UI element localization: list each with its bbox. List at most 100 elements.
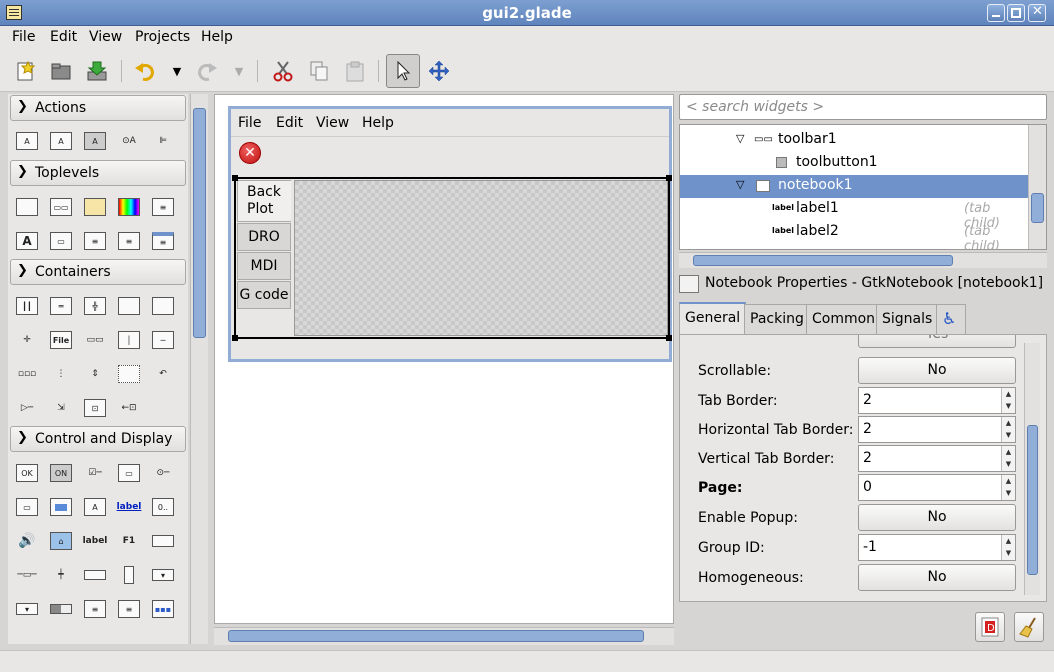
select-pointer-icon[interactable] (386, 54, 420, 88)
tab-accessibility-icon[interactable]: ♿ (936, 304, 966, 334)
progress-bar-icon[interactable] (48, 598, 74, 620)
layout-icon[interactable]: ⇕ (82, 363, 108, 385)
group-id-spinner[interactable]: -1 ▲ ▼ (858, 534, 1016, 561)
spin-button-icon[interactable]: ▭ (116, 462, 142, 484)
selection-handle[interactable] (232, 335, 238, 341)
vbuttonbox-icon[interactable]: ⋮ (48, 363, 74, 385)
label-widget-icon[interactable]: label (82, 530, 108, 552)
delete-widget-icon[interactable]: D (975, 612, 1005, 642)
handle-box-icon[interactable]: ←⊡ (116, 397, 142, 419)
hpaned-icon[interactable]: │ (116, 329, 142, 351)
button-icon[interactable]: OK (14, 462, 40, 484)
event-box-icon[interactable]: ↶ (150, 363, 176, 385)
check-button-icon[interactable]: ☑─ (82, 462, 108, 484)
table-icon[interactable]: ╬ (82, 295, 108, 317)
scale-button-icon[interactable]: 0.. (150, 496, 176, 518)
vscrollbar-icon[interactable] (116, 564, 142, 586)
alignment-icon[interactable]: ⊡ (82, 397, 108, 419)
color-dialog-icon[interactable] (116, 196, 142, 218)
toggle-action-icon[interactable]: A (48, 130, 74, 152)
drag-resize-icon[interactable] (424, 56, 454, 86)
menu-view[interactable]: View (89, 29, 122, 45)
homogeneous-toggle[interactable]: No (858, 564, 1016, 591)
copy-icon[interactable] (304, 56, 334, 86)
selection-handle[interactable] (666, 335, 672, 341)
expander-icon[interactable]: ▷─ (14, 397, 40, 419)
hscrollbar-icon[interactable] (82, 564, 108, 586)
dialog-icon[interactable]: ▭▭ (48, 196, 74, 218)
enable-popup-toggle[interactable]: No (858, 504, 1016, 531)
volume-button-icon[interactable]: 🔊 (14, 530, 40, 552)
notebook-icon[interactable] (116, 295, 142, 317)
close-window-button[interactable] (1028, 4, 1046, 22)
widget-tree[interactable]: ▽ ▭▭ toolbar1 toolbutton1 ▽ notebook1 la… (679, 124, 1047, 250)
combo-box-icon[interactable] (48, 496, 74, 518)
design-hscrollbar-thumb[interactable] (228, 630, 644, 642)
redo-dropdown-icon[interactable]: ▼ (224, 56, 254, 86)
message-dialog-icon[interactable] (82, 196, 108, 218)
tree-row-toolbar1[interactable]: ▽ ▭▭ toolbar1 (680, 129, 1028, 152)
show-border-button[interactable]: Yes (858, 335, 1016, 348)
assistant-icon[interactable]: ≡ (150, 230, 176, 252)
undo-dropdown-icon[interactable]: ▼ (162, 56, 192, 86)
about-dialog-icon[interactable]: ≡ (150, 196, 176, 218)
hbox-icon[interactable]: ┃┃ (14, 295, 40, 317)
vscale-icon[interactable]: ┿ (48, 564, 74, 586)
tab-packing[interactable]: Packing (744, 304, 810, 334)
combo-entry-icon[interactable]: ▾ (150, 564, 176, 586)
paste-icon[interactable] (340, 56, 370, 86)
menubar-widget-icon[interactable]: File (48, 329, 74, 351)
palette-group-containers[interactable]: ❯ Containers (10, 259, 186, 285)
design-hscrollbar[interactable] (214, 627, 674, 645)
open-folder-icon[interactable] (46, 56, 76, 86)
menu-edit[interactable]: Edit (50, 29, 77, 45)
stop-icon[interactable]: ✕ (239, 142, 261, 164)
selection-handle[interactable] (232, 175, 238, 181)
selection-handle[interactable] (666, 175, 672, 181)
notebook-page-placeholder[interactable] (294, 180, 668, 336)
design-menubar[interactable]: File Edit View Help (231, 109, 669, 137)
properties-vscrollbar-thumb[interactable] (1027, 425, 1038, 575)
scrollable-toggle[interactable]: No (858, 357, 1016, 384)
tree-hscrollbar-thumb[interactable] (693, 255, 953, 266)
cut-icon[interactable] (268, 56, 298, 86)
action-icon[interactable]: A (14, 130, 40, 152)
image-icon[interactable]: ⌂ (48, 530, 74, 552)
tree-row-toolbutton1[interactable]: toolbutton1 (680, 152, 1028, 175)
horizontal-tab-border-spinner[interactable]: 2 ▲ ▼ (858, 416, 1016, 443)
tree-row-notebook1[interactable]: ▽ notebook1 (680, 175, 1028, 198)
palette-scrollbar[interactable] (190, 94, 208, 644)
notebook-tab-mdi[interactable]: MDI (237, 252, 291, 280)
properties-vscrollbar[interactable] (1024, 343, 1040, 595)
notebook-widget[interactable]: Back Plot DRO MDI G code (232, 175, 672, 341)
clear-broom-icon[interactable] (1014, 612, 1044, 642)
save-icon[interactable] (82, 56, 112, 86)
recent-dialog-icon[interactable]: ≡ (116, 230, 142, 252)
notebook-tab-backplot[interactable]: Back Plot (237, 180, 291, 222)
tree-row-label2[interactable]: label label2 (tab child) (680, 221, 1028, 249)
input-dialog-icon[interactable]: ≡ (82, 230, 108, 252)
expander-arrow-icon[interactable]: ▽ (736, 132, 744, 145)
tree-vscrollbar-thumb[interactable] (1031, 193, 1044, 223)
vertical-tab-border-spinner[interactable]: 2 ▲ ▼ (858, 445, 1016, 472)
tab-signals[interactable]: Signals (876, 304, 939, 334)
accel-label-icon[interactable]: F1 (116, 530, 142, 552)
design-menu-file[interactable]: File (238, 115, 261, 131)
viewport-icon[interactable] (116, 363, 142, 385)
radio-action-icon[interactable]: A (82, 130, 108, 152)
tab-common[interactable]: Common (806, 304, 882, 334)
maximize-button[interactable] (1007, 4, 1025, 22)
action-group-icon[interactable]: ⊫ (150, 130, 176, 152)
vbox-icon[interactable]: ═ (48, 295, 74, 317)
design-menu-edit[interactable]: Edit (276, 115, 303, 131)
vpaned-icon[interactable]: ─ (150, 329, 176, 351)
font-dialog-icon[interactable]: A (14, 230, 40, 252)
hscale-icon[interactable]: ─▭─ (14, 564, 40, 586)
page-spinner[interactable]: 0 ▲ ▼ (858, 474, 1016, 501)
link-button-icon[interactable]: label (116, 496, 142, 518)
new-project-icon[interactable] (10, 56, 40, 86)
recent-action-icon[interactable]: ⊙A (116, 130, 142, 152)
redo-icon[interactable] (192, 56, 222, 86)
palette-group-control-and-display[interactable]: ❯ Control and Display (10, 426, 186, 452)
tree-view-icon[interactable]: ≡ (116, 598, 142, 620)
